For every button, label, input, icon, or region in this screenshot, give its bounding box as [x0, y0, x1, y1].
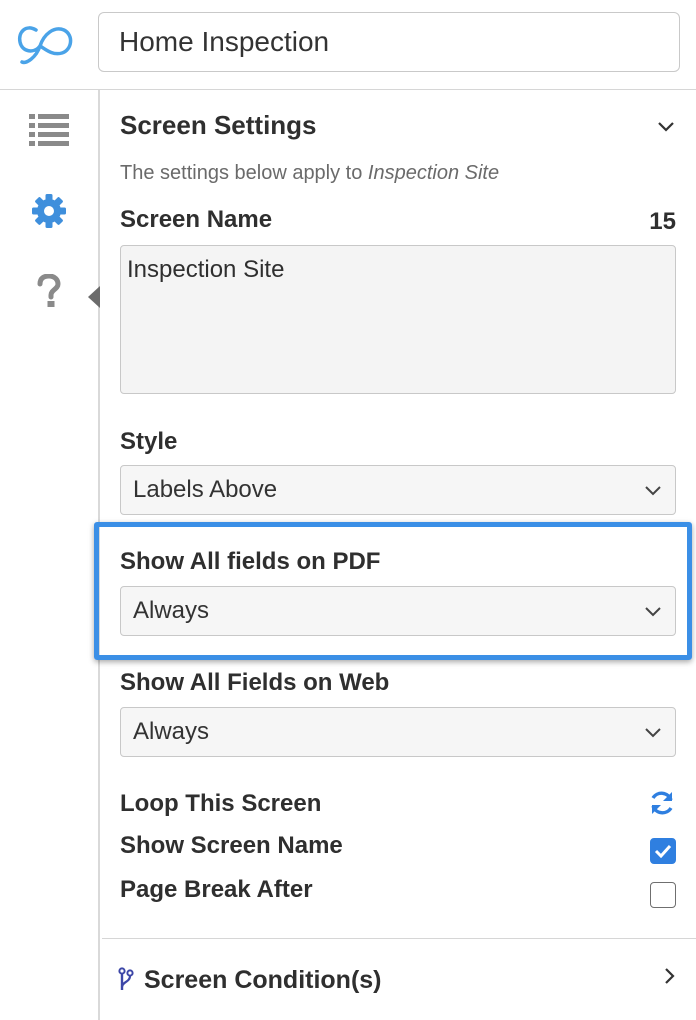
active-tab-pointer [88, 286, 100, 308]
show-all-web-value: Always [133, 718, 210, 745]
chevron-down-icon [645, 728, 661, 738]
show-all-web-label: Show All Fields on Web [120, 669, 390, 696]
show-all-pdf-select[interactable]: Always [120, 586, 676, 636]
sidebar [0, 90, 100, 1020]
show-all-web-select[interactable]: Always [120, 707, 676, 757]
screen-name-label: Screen Name [120, 206, 273, 233]
settings-description: The settings below apply to Inspection S… [120, 162, 500, 184]
page-break-after-checkbox[interactable] [650, 882, 676, 908]
branch-icon [118, 967, 134, 990]
character-counter: 15 [649, 208, 676, 235]
section-divider [102, 938, 696, 939]
loop-refresh-icon[interactable] [648, 789, 676, 817]
chevron-down-icon [645, 607, 661, 617]
show-all-pdf-label: Show All fields on PDF [120, 548, 381, 575]
style-select-value: Labels Above [133, 476, 278, 503]
page-break-after-label: Page Break After [120, 876, 313, 903]
style-select[interactable]: Labels Above [120, 465, 676, 515]
screen-conditions-label: Screen Condition(s) [144, 965, 382, 994]
top-bar [0, 0, 696, 90]
screen-conditions-row[interactable]: Screen Condition(s) [118, 962, 382, 998]
chevron-down-icon [645, 486, 661, 496]
screen-settings-panel: Screen Settings The settings below apply… [102, 90, 696, 1020]
question-icon[interactable] [28, 270, 70, 312]
list-icon[interactable] [28, 108, 70, 150]
chevron-down-icon[interactable] [654, 116, 678, 136]
gear-icon[interactable] [28, 190, 70, 232]
form-title-input[interactable] [98, 12, 680, 72]
show-screen-name-label: Show Screen Name [120, 832, 343, 859]
style-label: Style [120, 428, 178, 455]
chevron-right-icon[interactable] [662, 964, 678, 988]
screen-reference: Inspection Site [367, 162, 500, 184]
loop-screen-label: Loop This Screen [120, 790, 322, 817]
show-screen-name-checkbox[interactable] [650, 838, 676, 864]
gocanvas-logo-icon[interactable] [14, 18, 76, 70]
screen-name-field[interactable]: Inspection Site [120, 245, 676, 394]
show-all-pdf-value: Always [133, 597, 210, 624]
panel-heading: Screen Settings [120, 110, 317, 140]
checkmark-icon [654, 844, 672, 858]
